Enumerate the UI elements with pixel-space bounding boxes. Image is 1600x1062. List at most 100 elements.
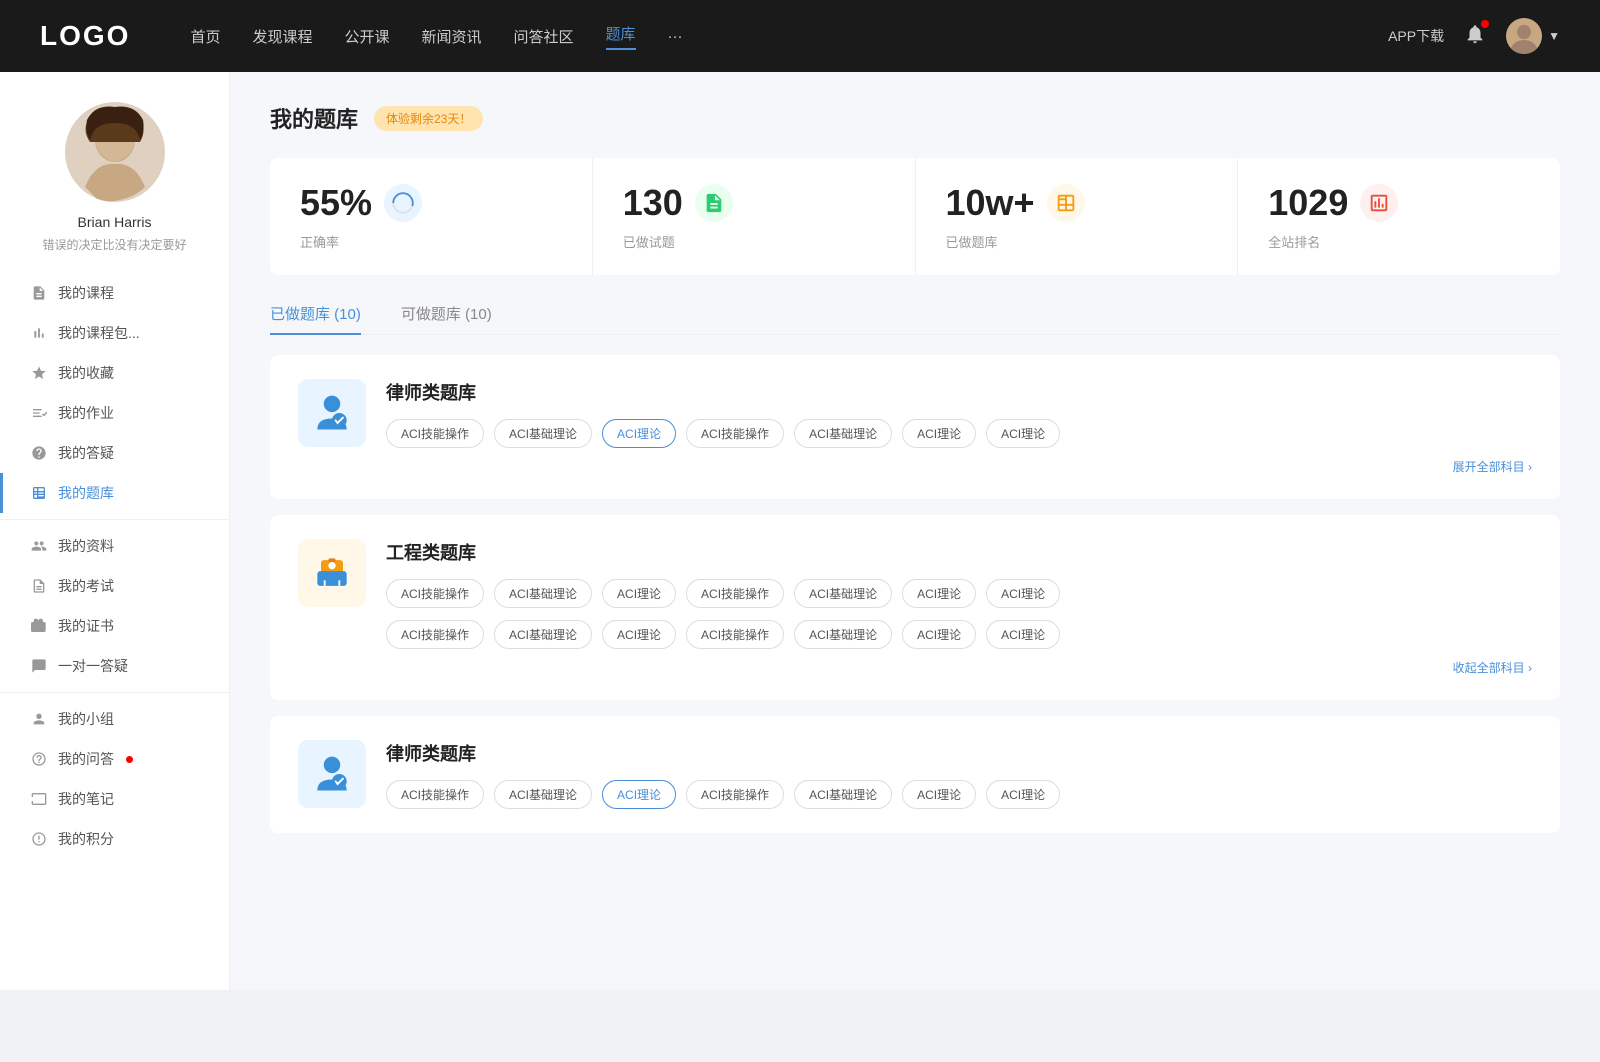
- eng-extra-tag-6[interactable]: ACI理论: [986, 620, 1060, 649]
- tag-3[interactable]: ACI技能操作: [686, 419, 784, 448]
- l2-tag-3[interactable]: ACI技能操作: [686, 780, 784, 809]
- sidebar-item-my-courses-label: 我的课程: [58, 283, 114, 303]
- page-title: 我的题库: [270, 102, 358, 134]
- sidebar-item-my-points[interactable]: 我的积分: [0, 819, 229, 859]
- eng-extra-tag-2[interactable]: ACI理论: [602, 620, 676, 649]
- sidebar-divider-2: [0, 692, 229, 693]
- tab-done-banks[interactable]: 已做题库 (10): [270, 303, 361, 334]
- sidebar-item-my-exam-label: 我的考试: [58, 576, 114, 596]
- eng-tag-1[interactable]: ACI基础理论: [494, 579, 592, 608]
- sidebar-item-my-data[interactable]: 我的资料: [0, 526, 229, 566]
- qbank-lawyer-2-info: 律师类题库 ACI技能操作 ACI基础理论 ACI理论 ACI技能操作 ACI基…: [386, 740, 1532, 809]
- question-icon: [30, 750, 48, 768]
- qbank-lawyer-2-icon: [298, 740, 366, 808]
- qbank-engineer-tags: ACI技能操作 ACI基础理论 ACI理论 ACI技能操作 ACI基础理论 AC…: [386, 579, 1532, 608]
- page-container: Brian Harris 错误的决定比没有决定要好 我的课程 我的课程包... …: [0, 72, 1600, 990]
- chat-icon: [30, 657, 48, 675]
- star-icon: [30, 364, 48, 382]
- stat-done-questions-value: 130: [623, 182, 683, 224]
- sidebar-item-my-courses[interactable]: 我的课程: [0, 273, 229, 313]
- nav-qbank[interactable]: 题库: [606, 23, 636, 50]
- eng-tag-0[interactable]: ACI技能操作: [386, 579, 484, 608]
- table-icon: [30, 484, 48, 502]
- tag-2-active[interactable]: ACI理论: [602, 419, 676, 448]
- nav-more[interactable]: ···: [668, 28, 683, 45]
- sidebar-item-my-cert[interactable]: 我的证书: [0, 606, 229, 646]
- tag-0[interactable]: ACI技能操作: [386, 419, 484, 448]
- eng-extra-tag-5[interactable]: ACI理论: [902, 620, 976, 649]
- page-header: 我的题库 体验剩余23天！: [270, 102, 1560, 134]
- tab-available-banks[interactable]: 可做题库 (10): [401, 303, 492, 334]
- nav-news[interactable]: 新闻资讯: [422, 26, 482, 47]
- sidebar-item-my-qbank[interactable]: 我的题库: [0, 473, 229, 513]
- stat-ranking-value: 1029: [1268, 182, 1348, 224]
- nav-home[interactable]: 首页: [190, 26, 220, 47]
- l2-tag-5[interactable]: ACI理论: [902, 780, 976, 809]
- stat-done-banks-top: 10w+: [946, 182, 1208, 224]
- l2-tag-0[interactable]: ACI技能操作: [386, 780, 484, 809]
- certificate-icon: [30, 617, 48, 635]
- stat-accuracy-label: 正确率: [300, 232, 562, 251]
- tag-6[interactable]: ACI理论: [986, 419, 1060, 448]
- qbank-card-lawyer-2: 律师类题库 ACI技能操作 ACI基础理论 ACI理论 ACI技能操作 ACI基…: [270, 716, 1560, 833]
- sidebar-item-my-data-label: 我的资料: [58, 536, 114, 556]
- l2-tag-6[interactable]: ACI理论: [986, 780, 1060, 809]
- edit-icon: [30, 404, 48, 422]
- sidebar-item-my-notes[interactable]: 我的笔记: [0, 779, 229, 819]
- main-content: 我的题库 体验剩余23天！ 55% 正确率 1: [230, 72, 1600, 990]
- tag-4[interactable]: ACI基础理论: [794, 419, 892, 448]
- qbank-lawyer-2-title: 律师类题库: [386, 740, 1532, 766]
- notification-bell[interactable]: [1464, 23, 1486, 50]
- l2-tag-4[interactable]: ACI基础理论: [794, 780, 892, 809]
- eng-tag-4[interactable]: ACI基础理论: [794, 579, 892, 608]
- qbank-card-lawyer-2-header: 律师类题库 ACI技能操作 ACI基础理论 ACI理论 ACI技能操作 ACI基…: [298, 740, 1532, 809]
- sidebar-item-my-qbank-label: 我的题库: [58, 483, 114, 503]
- tag-1[interactable]: ACI基础理论: [494, 419, 592, 448]
- notification-badge: [1481, 20, 1489, 28]
- l2-tag-1[interactable]: ACI基础理论: [494, 780, 592, 809]
- eng-extra-tag-1[interactable]: ACI基础理论: [494, 620, 592, 649]
- sidebar-item-my-questions-label: 我的问答: [58, 749, 114, 769]
- eng-tag-6[interactable]: ACI理论: [986, 579, 1060, 608]
- sidebar-item-my-groups[interactable]: 我的小组: [0, 699, 229, 739]
- qbank-lawyer-1-info: 律师类题库 ACI技能操作 ACI基础理论 ACI理论 ACI技能操作 ACI基…: [386, 379, 1532, 475]
- qbank-engineer-title: 工程类题库: [386, 539, 1532, 565]
- eng-tag-5[interactable]: ACI理论: [902, 579, 976, 608]
- tag-5[interactable]: ACI理论: [902, 419, 976, 448]
- collapse-engineer[interactable]: 收起全部科目 ›: [386, 659, 1532, 676]
- sidebar-item-my-homework[interactable]: 我的作业: [0, 393, 229, 433]
- sidebar-item-my-questions[interactable]: 我的问答: [0, 739, 229, 779]
- user-avatar-header[interactable]: ▼: [1506, 18, 1560, 54]
- l2-tag-2-active[interactable]: ACI理论: [602, 780, 676, 809]
- eng-tag-2[interactable]: ACI理论: [602, 579, 676, 608]
- sidebar-item-my-qa-label: 我的答疑: [58, 443, 114, 463]
- sidebar-item-my-groups-label: 我的小组: [58, 709, 114, 729]
- sidebar: Brian Harris 错误的决定比没有决定要好 我的课程 我的课程包... …: [0, 72, 230, 990]
- sidebar-item-tutoring[interactable]: 一对一答疑: [0, 646, 229, 686]
- qbank-lawyer-1-title: 律师类题库: [386, 379, 1532, 405]
- expand-lawyer-1[interactable]: 展开全部科目 ›: [386, 458, 1532, 475]
- sidebar-item-my-packages[interactable]: 我的课程包...: [0, 313, 229, 353]
- stat-done-banks-icon: [1047, 184, 1085, 222]
- eng-extra-tag-3[interactable]: ACI技能操作: [686, 620, 784, 649]
- bar-chart-icon: [30, 324, 48, 342]
- sidebar-item-my-exam[interactable]: 我的考试: [0, 566, 229, 606]
- qbank-engineer-icon: [298, 539, 366, 607]
- stat-done-banks-value: 10w+: [946, 182, 1035, 224]
- nav-discover[interactable]: 发现课程: [252, 26, 312, 47]
- eng-extra-tag-4[interactable]: ACI基础理论: [794, 620, 892, 649]
- stat-ranking-icon: [1360, 184, 1398, 222]
- sidebar-item-my-favorites[interactable]: 我的收藏: [0, 353, 229, 393]
- nav-opencourse[interactable]: 公开课: [344, 26, 389, 47]
- nav-qa[interactable]: 问答社区: [514, 26, 574, 47]
- qbank-card-engineer-header: 工程类题库 ACI技能操作 ACI基础理论 ACI理论 ACI技能操作 ACI基…: [298, 539, 1532, 676]
- app-download-button[interactable]: APP下载: [1388, 26, 1444, 46]
- eng-tag-3[interactable]: ACI技能操作: [686, 579, 784, 608]
- eng-extra-tag-0[interactable]: ACI技能操作: [386, 620, 484, 649]
- sidebar-menu: 我的课程 我的课程包... 我的收藏 我的作业: [0, 273, 229, 859]
- sidebar-item-my-favorites-label: 我的收藏: [58, 363, 114, 383]
- sidebar-item-my-homework-label: 我的作业: [58, 403, 114, 423]
- stat-done-banks-label: 已做题库: [946, 232, 1208, 251]
- sidebar-item-my-qa[interactable]: 我的答疑: [0, 433, 229, 473]
- sidebar-item-my-notes-label: 我的笔记: [58, 789, 114, 809]
